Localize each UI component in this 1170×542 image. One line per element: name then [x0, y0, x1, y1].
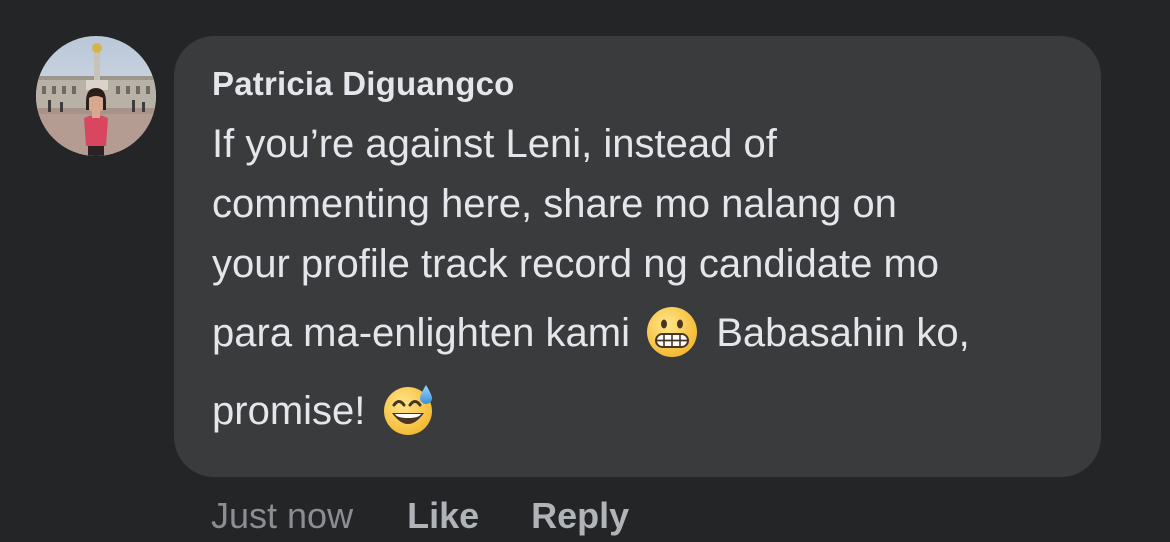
comment-line-text: promise!	[212, 389, 366, 433]
grimacing-face-icon	[645, 305, 699, 359]
author-name[interactable]: Patricia Diguangco	[212, 64, 1063, 104]
comment-line: your profile track record ng candidate m…	[212, 242, 940, 286]
timestamp[interactable]: Just now	[211, 495, 353, 537]
comment: Patricia Diguangco If you’re against Len…	[0, 0, 1170, 542]
avatar[interactable]	[36, 36, 156, 156]
comment-bubble: Patricia Diguangco If you’re against Len…	[174, 36, 1101, 477]
grinning-face-with-sweat-icon	[381, 383, 435, 437]
comment-actions: Just now Like Reply	[211, 494, 681, 538]
comment-line: promise!	[212, 372, 1063, 450]
comment-line: para ma-enlighten kami Babasahin ko,	[212, 294, 1063, 372]
reply-button[interactable]: Reply	[531, 495, 629, 537]
profile-photo	[36, 36, 156, 156]
comment-line-text: Babasahin ko,	[716, 311, 970, 355]
comment-line-text: para ma-enlighten kami	[212, 311, 630, 355]
like-button[interactable]: Like	[407, 495, 479, 537]
comment-text: If you’re against Leni, instead of comme…	[212, 114, 1063, 450]
comment-line: If you’re against Leni, instead of	[212, 122, 777, 166]
comment-line: commenting here, share mo nalang on	[212, 182, 897, 226]
